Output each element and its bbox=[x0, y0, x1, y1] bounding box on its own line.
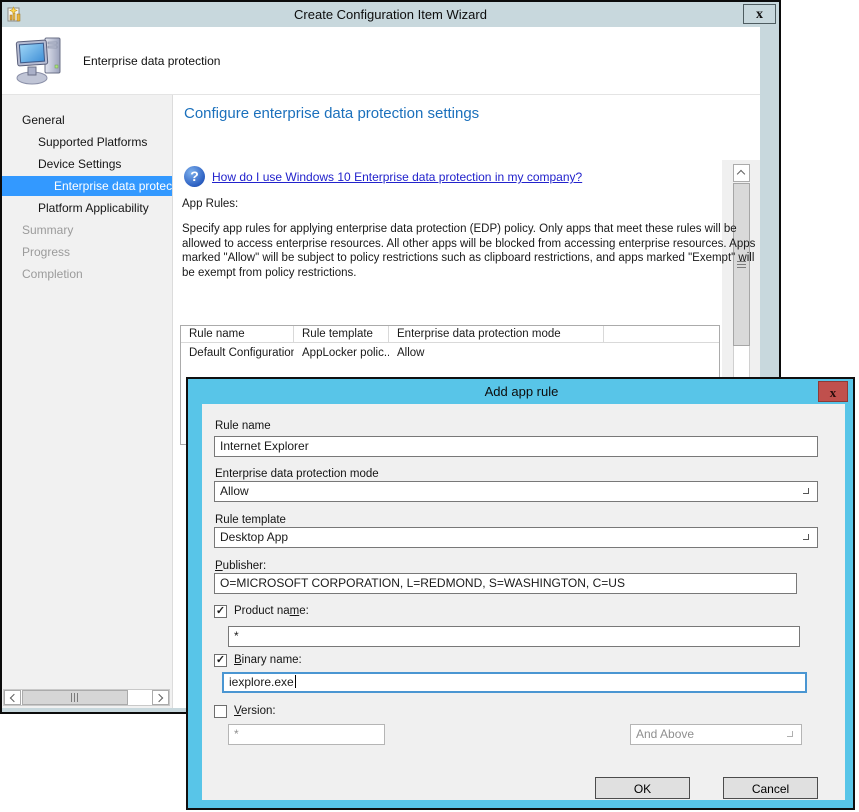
computer-icon bbox=[15, 35, 67, 90]
product-name-checkbox[interactable]: ✓ bbox=[214, 605, 227, 618]
table-header-row: Rule name Rule template Enterprise data … bbox=[181, 326, 719, 343]
edp-mode-label: Enterprise data protection mode bbox=[215, 468, 379, 480]
cancel-button[interactable]: Cancel bbox=[723, 777, 818, 799]
version-input: * bbox=[228, 724, 385, 745]
wizard-page-label: Enterprise data protection bbox=[83, 54, 220, 68]
app-rules-label: App Rules: bbox=[182, 198, 238, 210]
version-qualifier-select: And Above bbox=[630, 724, 802, 745]
rule-template-select[interactable]: Desktop App bbox=[214, 527, 818, 548]
scroll-right-button[interactable] bbox=[152, 690, 169, 705]
horizontal-scroll-thumb[interactable] bbox=[22, 690, 128, 705]
sidebar-item-summary[interactable]: Summary bbox=[2, 219, 172, 241]
cell-rule-template: AppLocker polic... bbox=[294, 345, 389, 362]
chevron-up-icon bbox=[737, 170, 745, 178]
sidebar-item-progress[interactable]: Progress bbox=[2, 241, 172, 263]
publisher-input[interactable]: O=MICROSOFT CORPORATION, L=REDMOND, S=WA… bbox=[214, 573, 797, 594]
cell-rule-name: Default Configuration ... bbox=[181, 345, 294, 362]
rule-name-label: Rule name bbox=[215, 420, 271, 432]
sidebar-item-platform-applicability[interactable]: Platform Applicability bbox=[2, 197, 172, 219]
chevron-down-icon bbox=[787, 731, 793, 737]
product-name-input[interactable]: * bbox=[228, 626, 800, 647]
column-header-rule-template[interactable]: Rule template bbox=[294, 326, 389, 342]
wizard-nav: General Supported Platforms Device Setti… bbox=[2, 109, 172, 285]
dialog-titlebar[interactable]: Add app rule x bbox=[202, 379, 841, 404]
window-title: Create Configuration Item Wizard bbox=[2, 2, 779, 27]
help-icon: ? bbox=[184, 166, 205, 187]
chevron-right-icon bbox=[155, 694, 163, 702]
version-label[interactable]: Version: bbox=[234, 705, 276, 717]
binary-name-input[interactable]: iexplore.exe bbox=[222, 672, 807, 693]
dialog-title: Add app rule bbox=[485, 384, 559, 399]
dialog-close-button[interactable]: x bbox=[818, 381, 848, 402]
product-name-label[interactable]: Product name: bbox=[234, 605, 309, 617]
chevron-down-icon bbox=[803, 534, 809, 540]
binary-name-label[interactable]: Binary name: bbox=[234, 654, 302, 666]
sidebar-item-device-settings[interactable]: Device Settings bbox=[2, 153, 172, 175]
chevron-left-icon bbox=[10, 694, 18, 702]
edp-description-text: Specify app rules for applying enterpris… bbox=[182, 222, 757, 280]
dialog-body: Rule name Internet Explorer Enterprise d… bbox=[202, 404, 845, 800]
sidebar-horizontal-scrollbar[interactable] bbox=[3, 689, 170, 706]
wizard-header: Enterprise data protection bbox=[2, 27, 760, 95]
wizard-titlebar[interactable]: Create Configuration Item Wizard x bbox=[2, 2, 779, 27]
sidebar-item-enterprise-data-protection[interactable]: Enterprise data protection bbox=[2, 176, 172, 196]
version-checkbox[interactable] bbox=[214, 705, 227, 718]
table-row[interactable]: Default Configuration ... AppLocker poli… bbox=[181, 345, 719, 362]
edp-mode-select[interactable]: Allow bbox=[214, 481, 818, 502]
rule-template-label: Rule template bbox=[215, 514, 286, 526]
publisher-label: Publisher: bbox=[215, 560, 266, 572]
sidebar-item-supported-platforms[interactable]: Supported Platforms bbox=[2, 131, 172, 153]
screen: Create Configuration Item Wizard x bbox=[0, 0, 859, 812]
chevron-down-icon bbox=[803, 488, 809, 494]
add-app-rule-dialog: Add app rule x Rule name Internet Explor… bbox=[186, 377, 855, 810]
rule-name-input[interactable]: Internet Explorer bbox=[214, 436, 818, 457]
wizard-sidebar: General Supported Platforms Device Setti… bbox=[2, 95, 173, 708]
scroll-grip-icon bbox=[71, 693, 72, 702]
sidebar-item-completion[interactable]: Completion bbox=[2, 263, 172, 285]
help-link[interactable]: How do I use Windows 10 Enterprise data … bbox=[212, 170, 582, 184]
cell-edp-mode: Allow bbox=[389, 345, 604, 362]
window-close-button[interactable]: x bbox=[743, 4, 776, 24]
scroll-left-button[interactable] bbox=[4, 690, 21, 705]
column-header-rule-name[interactable]: Rule name bbox=[181, 326, 294, 342]
ok-button[interactable]: OK bbox=[595, 777, 690, 799]
binary-name-checkbox[interactable]: ✓ bbox=[214, 654, 227, 667]
sidebar-item-general[interactable]: General bbox=[2, 109, 172, 131]
column-header-edp-mode[interactable]: Enterprise data protection mode bbox=[389, 326, 604, 342]
column-header-blank bbox=[604, 326, 719, 342]
page-title: Configure enterprise data protection set… bbox=[184, 105, 479, 122]
text-caret bbox=[295, 675, 296, 688]
scroll-up-button[interactable] bbox=[733, 164, 750, 182]
